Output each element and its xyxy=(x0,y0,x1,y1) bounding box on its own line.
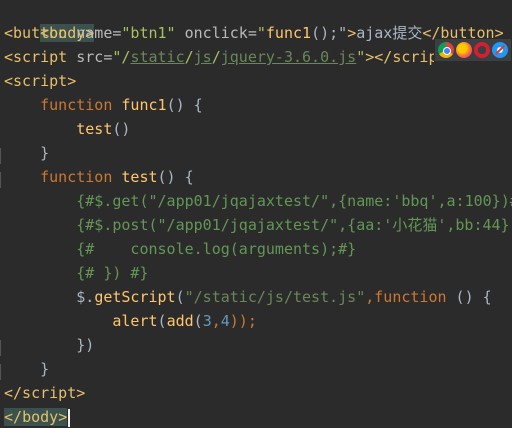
attr-name: onclick= xyxy=(184,24,257,42)
template-comment: {#$.get("/app01/jqajaxtest/",{name:'bbq'… xyxy=(76,192,512,210)
number-literal: 3 xyxy=(202,312,212,330)
open-paren: ( xyxy=(157,312,167,330)
attr-value: "btn1" xyxy=(121,24,176,42)
open-paren: ( xyxy=(193,312,203,330)
code-line-11[interactable]: {# console.log(arguments);#} xyxy=(4,237,356,261)
code-line-12[interactable]: {# }) #} xyxy=(4,261,149,285)
tag-open: < xyxy=(4,72,14,90)
code-line-14[interactable]: alert(add(3,4)); xyxy=(4,309,257,333)
function-call: test xyxy=(76,120,113,138)
template-comment: {#$.post("/app01/jqajaxtest/",{aa:'小花猫',… xyxy=(76,216,512,234)
code-line-18[interactable]: </body> xyxy=(4,405,71,428)
code-line-1[interactable]: <body> xyxy=(4,0,95,42)
tag-name: body xyxy=(22,408,59,426)
jquery-object: $ xyxy=(76,288,86,306)
attr-value: " xyxy=(356,48,366,66)
path-segment[interactable]: jquery-3.6.0.js xyxy=(221,48,356,66)
function-params: () { xyxy=(166,96,203,114)
code-line-9[interactable]: {#$.get("/app01/jqajaxtest/",{name:'bbq'… xyxy=(4,189,512,213)
closing-brace: } xyxy=(40,360,50,378)
tag-open: < xyxy=(4,384,14,402)
tag-close: ></ xyxy=(365,48,393,66)
call-parens: () xyxy=(112,120,131,138)
path-segment[interactable]: js xyxy=(194,48,212,66)
function-call: alert xyxy=(112,312,158,330)
code-line-6[interactable]: test() xyxy=(4,117,130,141)
function-params: () { xyxy=(157,168,194,186)
attr-value: ();" xyxy=(311,24,348,42)
fold-marker[interactable] xyxy=(0,148,4,164)
button-text: ajax提交 xyxy=(356,24,423,42)
code-line-13[interactable]: $.getScript("/static/js/test.js",functio… xyxy=(4,285,492,309)
statement-end: )); xyxy=(229,312,257,330)
string-literal: "/static/js/test.js" xyxy=(184,288,366,306)
function-name: func1 xyxy=(121,96,167,114)
number-literal: 4 xyxy=(220,312,230,330)
tag-close: > xyxy=(67,72,77,90)
tag-name: button xyxy=(13,24,68,42)
comma: , xyxy=(365,288,375,306)
fold-marker[interactable] xyxy=(0,172,4,188)
code-line-7[interactable]: } xyxy=(4,141,49,165)
template-comment: {# }) #} xyxy=(76,264,149,282)
template-comment: {# console.log(arguments);#} xyxy=(76,240,357,258)
attr-value: "/ xyxy=(112,48,131,66)
attr-value: " xyxy=(256,24,266,42)
tag-close: > xyxy=(347,24,357,42)
function-call: add xyxy=(166,312,194,330)
method-name: getScript xyxy=(94,288,176,306)
attr-name: name= xyxy=(76,24,122,42)
path-segment[interactable]: static xyxy=(130,48,184,66)
code-line-17[interactable]: </script> xyxy=(4,381,85,405)
closing-brace: } xyxy=(40,144,50,162)
member-dot: . xyxy=(85,288,95,306)
function-call: func1 xyxy=(265,24,312,42)
code-line-2[interactable]: <button name="btn1" onclick="func1();">a… xyxy=(4,21,504,45)
path-separator: / xyxy=(184,48,194,66)
code-line-8[interactable]: function test() { xyxy=(4,165,194,189)
tag-open: < xyxy=(4,24,14,42)
code-line-15[interactable]: }) xyxy=(4,333,94,357)
tag-name: /script xyxy=(13,384,77,402)
fold-marker[interactable] xyxy=(0,364,4,380)
safari-icon[interactable] xyxy=(492,42,508,58)
code-line-10[interactable]: {#$.post("/app01/jqajaxtest/",{aa:'小花猫',… xyxy=(4,213,512,237)
function-params: () { xyxy=(446,288,492,306)
attr-name: src= xyxy=(76,48,113,66)
code-line-5[interactable]: function func1() { xyxy=(4,93,203,117)
browser-preview-tray xyxy=(434,38,512,62)
tag-open: < xyxy=(4,48,14,66)
path-separator: / xyxy=(211,48,221,66)
fold-marker[interactable] xyxy=(0,340,4,356)
opera-icon[interactable] xyxy=(474,42,490,58)
function-name: test xyxy=(121,168,158,186)
firefox-icon[interactable] xyxy=(456,42,472,58)
tag-close: > xyxy=(76,384,86,402)
tag-close: > xyxy=(58,408,68,426)
tag-name: script xyxy=(13,48,68,66)
tag-name: scrip xyxy=(392,48,438,66)
comma: , xyxy=(211,312,221,330)
code-line-4[interactable]: <script> xyxy=(4,69,76,93)
keyword-function: function xyxy=(374,288,447,306)
tag-name: script xyxy=(13,72,68,90)
keyword-function: function xyxy=(40,96,113,114)
chrome-icon[interactable] xyxy=(438,42,454,58)
tag-open: </ xyxy=(4,408,23,426)
open-paren: ( xyxy=(175,288,185,306)
code-editor[interactable]: <body> <button name="btn1" onclick="func… xyxy=(0,0,512,428)
code-line-16[interactable]: } xyxy=(4,357,49,381)
keyword-function: function xyxy=(40,168,113,186)
code-line-3[interactable]: <script src="/static/js/jquery-3.6.0.js"… xyxy=(4,45,438,69)
text-caret xyxy=(68,408,71,427)
closing-brace: }) xyxy=(76,336,95,354)
